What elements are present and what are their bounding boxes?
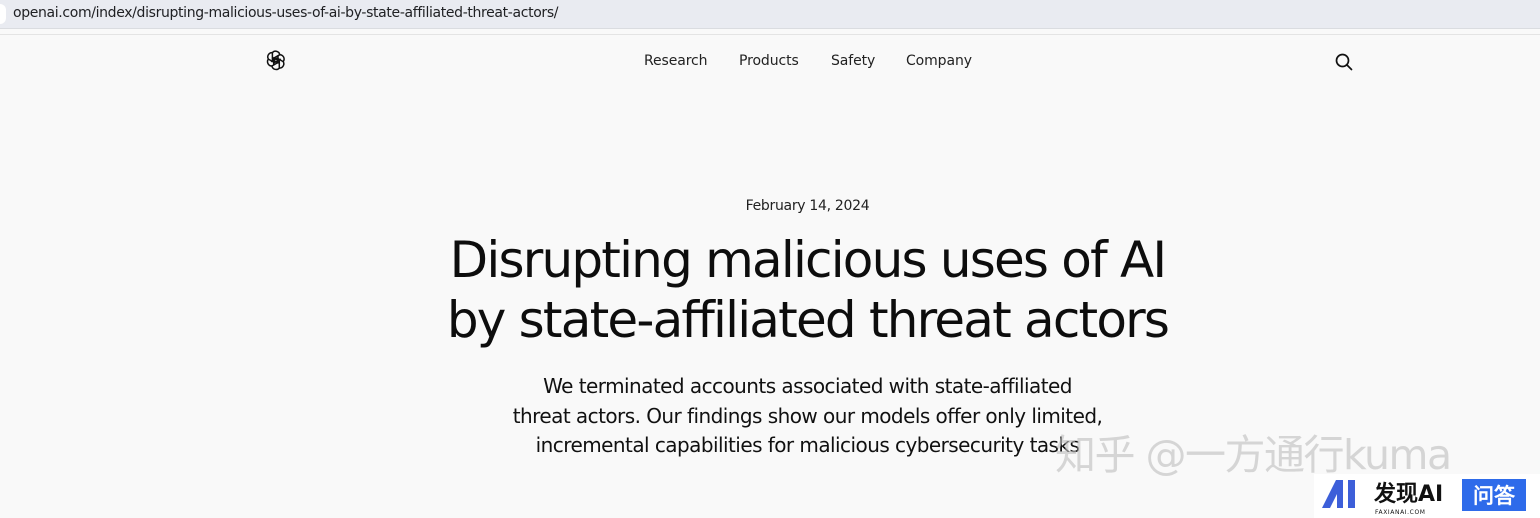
address-bar-edge <box>0 4 6 24</box>
toolbar-divider <box>0 34 1540 35</box>
faxianai-badge: 发现AI FAXIANAI.COM 问答 <box>1314 474 1540 518</box>
summary-line: threat actors. Our findings show our mod… <box>512 403 1103 428</box>
nav-safety[interactable]: Safety <box>831 53 875 69</box>
page: openai.com/index/disrupting-malicious-us… <box>0 0 1540 518</box>
nav-products[interactable]: Products <box>739 53 799 69</box>
badge-domain: FAXIANAI.COM <box>1375 509 1426 516</box>
search-icon[interactable] <box>1333 51 1355 73</box>
zhihu-watermark: 知乎 @一方通行kuma <box>1055 431 1452 479</box>
nav-company[interactable]: Company <box>906 53 972 69</box>
title-line: Disrupting malicious uses of AI <box>449 231 1167 289</box>
summary-line: We terminated accounts associated with s… <box>543 374 1072 398</box>
article-title: Disrupting malicious uses of AI by state… <box>0 230 1540 350</box>
article-date: February 14, 2024 <box>745 198 870 214</box>
url-text[interactable]: openai.com/index/disrupting-malicious-us… <box>13 4 558 22</box>
badge-tag: 问答 <box>1473 484 1516 508</box>
openai-logo-icon[interactable] <box>263 49 287 73</box>
title-line: by state-affiliated threat actors <box>446 291 1170 349</box>
badge-brand: 发现AI <box>1373 481 1443 507</box>
nav-research[interactable]: Research <box>644 53 708 69</box>
address-bar[interactable]: openai.com/index/disrupting-malicious-us… <box>0 0 1540 29</box>
